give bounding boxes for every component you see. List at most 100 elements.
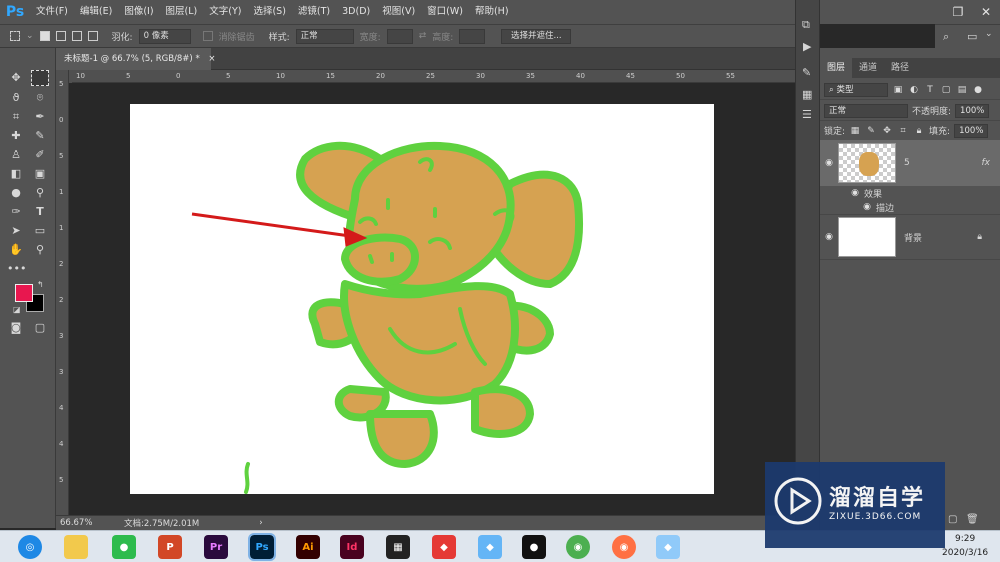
app-icon[interactable]: ◆ [478,535,502,559]
dodge-tool-icon[interactable]: ⚲ [31,185,49,201]
photoshop-taskbar-icon[interactable]: Ps [248,533,276,561]
brush-tool-icon[interactable]: ✎ [31,128,49,144]
move-tool-icon[interactable]: ✥ [7,70,25,86]
quick-mask-icon[interactable]: ◙ [7,320,25,336]
lasso-tool-icon[interactable]: ϑ [7,90,25,106]
video-editor-icon[interactable]: ▦ [386,535,410,559]
app-icon[interactable]: ◆ [656,535,680,559]
history-panel-icon[interactable]: ⧉ [802,18,810,32]
default-colors-icon[interactable]: ◪ [13,305,21,314]
layer-row[interactable]: ◉ 背景 🔒︎ [820,214,1000,260]
effects-row[interactable]: ◉ 效果 [820,186,1000,200]
filter-pixel-icon[interactable]: ▣ [892,84,904,96]
select-and-mask-button[interactable]: 选择并遮住... [501,28,572,44]
filter-toggle-icon[interactable]: ● [972,84,984,96]
lock-all-icon[interactable]: 🔒︎ [913,125,925,137]
app-icon[interactable]: ◉ [612,535,636,559]
chevron-down-icon[interactable]: ⌄ [26,31,34,41]
screen-mode-icon[interactable]: ▢ [31,320,49,336]
lock-image-icon[interactable]: ✎ [865,125,877,137]
close-tab-icon[interactable]: × [208,54,215,64]
eyedropper-tool-icon[interactable]: ✒ [31,109,49,125]
blend-mode-select[interactable]: 正常 [824,103,908,118]
menu-file[interactable]: 文件(F) [30,0,74,24]
close-icon[interactable]: ✕ [972,5,1000,19]
lock-artboard-icon[interactable]: ⌗ [897,125,909,137]
zoom-readout[interactable]: 66.67% [60,518,120,528]
menu-image[interactable]: 图像(I) [118,0,159,24]
chevron-down-icon[interactable]: ⌄ [985,29,993,39]
status-menu-icon[interactable]: › [259,518,262,528]
menu-3d[interactable]: 3D(D) [336,0,376,24]
app-icon[interactable]: ◆ [432,535,456,559]
start-button[interactable]: ◎ [18,535,42,559]
file-explorer-icon[interactable] [64,535,88,559]
zoom-tool-icon[interactable]: ⚲ [31,242,49,258]
swap-icon[interactable]: ⇄ [419,31,427,41]
stamp-tool-icon[interactable]: ♙ [7,147,25,163]
maximize-icon[interactable]: ❐ [944,5,972,19]
workspace-icon[interactable]: ▭ [967,30,977,43]
tab-channels[interactable]: 通道 [852,58,884,78]
more-tools-icon[interactable]: ••• [7,261,26,277]
marquee-tool-icon[interactable] [31,70,49,86]
search-icon[interactable]: ⌕ [943,30,949,44]
clock-date[interactable]: 2020/3/16 [942,548,988,558]
menu-filter[interactable]: 滤镜(T) [292,0,336,24]
type-tool-icon[interactable]: T [31,204,49,220]
tab-paths[interactable]: 路径 [884,58,916,78]
clock-time[interactable]: 9:29 [955,534,975,544]
feather-input[interactable]: 0 像素 [138,28,191,44]
foreground-color-swatch[interactable] [15,284,33,302]
delete-layer-icon[interactable]: 🗑︎ [966,514,979,525]
eye-icon[interactable]: ◉ [820,232,838,242]
gradient-tool-icon[interactable]: ▣ [31,166,49,182]
intersect-selection-icon[interactable] [87,31,98,41]
marquee-preset-icon[interactable] [10,31,20,41]
qq-icon[interactable]: ● [522,535,546,559]
subtract-selection-icon[interactable] [71,31,82,41]
chrome-icon[interactable]: ◉ [566,535,590,559]
premiere-icon[interactable]: Pr [204,535,228,559]
eraser-tool-icon[interactable]: ◧ [7,166,25,182]
eye-icon[interactable]: ◉ [846,188,864,198]
menu-layer[interactable]: 图层(L) [160,0,204,24]
layer-name[interactable]: 5 [904,158,982,168]
shape-tool-icon[interactable]: ▭ [31,223,49,239]
crop-tool-icon[interactable]: ⌗ [7,109,25,125]
lock-transparent-icon[interactable]: ▦ [849,125,861,137]
menu-type[interactable]: 文字(Y) [203,0,247,24]
stroke-effect-row[interactable]: ◉ 描边 [820,200,1000,214]
eye-icon[interactable]: ◉ [820,158,838,168]
layer-row[interactable]: ◉ 5 fx [820,140,1000,186]
filter-shape-icon[interactable]: ▢ [940,84,952,96]
illustrator-icon[interactable]: Ai [296,535,320,559]
fx-icon[interactable]: fx [982,158,991,168]
width-input[interactable] [386,28,413,44]
properties-panel-icon[interactable]: ☰ [802,108,812,121]
menu-window[interactable]: 窗口(W) [421,0,469,24]
adjustments-panel-icon[interactable]: ✎ [802,66,811,79]
new-selection-icon[interactable] [39,31,50,41]
style-select[interactable]: 正常 [295,28,354,44]
quick-select-tool-icon[interactable]: ⌾ [31,90,49,106]
history-brush-tool-icon[interactable]: ✐ [31,147,49,163]
pen-tool-icon[interactable]: ✑ [7,204,25,220]
eye-icon[interactable]: ◉ [858,202,876,212]
filter-kind-select[interactable]: ⌕ 类型 [824,82,888,97]
menu-view[interactable]: 视图(V) [376,0,421,24]
wechat-icon[interactable]: ● [112,535,136,559]
swatches-panel-icon[interactable]: ▦ [802,88,812,101]
hand-tool-icon[interactable]: ✋ [7,242,25,258]
height-input[interactable] [459,28,486,44]
indesign-icon[interactable]: Id [340,535,364,559]
antialias-checkbox[interactable] [202,31,213,41]
fill-input[interactable]: 100% [954,123,989,138]
path-select-tool-icon[interactable]: ➤ [7,223,25,239]
tab-layers[interactable]: 图层 [820,58,853,78]
new-layer-icon[interactable]: ▢ [948,514,957,525]
menu-edit[interactable]: 编辑(E) [74,0,118,24]
add-selection-icon[interactable] [55,31,66,41]
layer-name[interactable]: 背景 [904,231,977,244]
filter-adjust-icon[interactable]: ◐ [908,84,920,96]
